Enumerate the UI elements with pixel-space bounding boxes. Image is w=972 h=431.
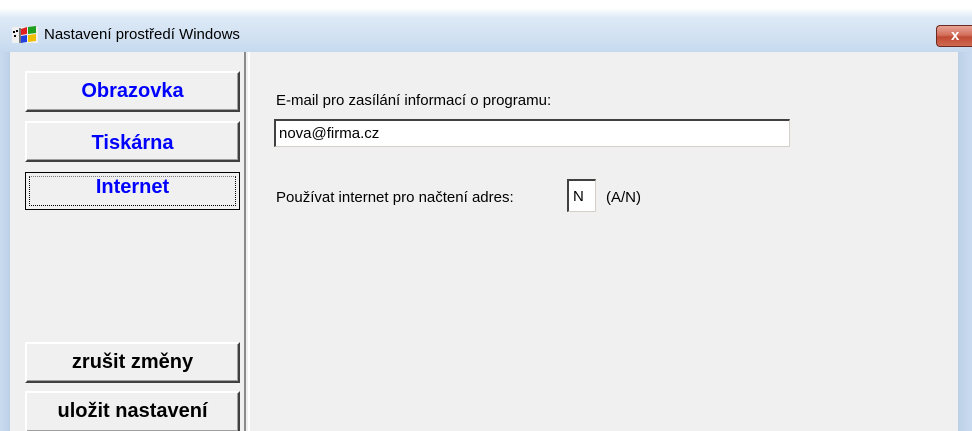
cancel-changes-button[interactable]: zrušit změny <box>25 342 240 383</box>
save-button-label: uložit nastavení <box>57 400 208 422</box>
windows-flag-icon <box>12 26 38 43</box>
use-internet-label: Používat internet pro načtení adres: <box>276 189 514 206</box>
email-field[interactable] <box>274 119 790 147</box>
nav-button-label: Internet <box>95 176 170 198</box>
settings-window: Nastavení prostředí Windows x Obrazovka … <box>0 0 972 431</box>
nav-button-obrazovka[interactable]: Obrazovka <box>25 71 240 112</box>
client-area: Obrazovka Tiskárna Internet zrušit změny… <box>10 52 958 431</box>
close-icon: x <box>951 27 960 44</box>
nav-button-label: Obrazovka <box>81 80 184 102</box>
close-button[interactable]: x <box>936 25 972 47</box>
save-settings-button[interactable]: uložit nastavení <box>25 391 240 431</box>
use-internet-field[interactable] <box>567 179 596 212</box>
cancel-button-label: zrušit změny <box>71 351 194 373</box>
title-bar[interactable]: Nastavení prostředí Windows x <box>0 0 972 52</box>
email-label: E-mail pro zasílání informací o programu… <box>276 92 552 109</box>
nav-button-label: Tiskárna <box>91 132 174 154</box>
nav-button-tiskarna[interactable]: Tiskárna <box>25 121 240 162</box>
window-title: Nastavení prostředí Windows <box>44 26 240 43</box>
use-internet-hint: (A/N) <box>606 189 641 206</box>
window-frame-right <box>958 52 972 431</box>
window-frame-left <box>0 52 10 431</box>
nav-button-internet[interactable]: Internet <box>25 172 240 210</box>
panel-divider <box>244 52 250 431</box>
